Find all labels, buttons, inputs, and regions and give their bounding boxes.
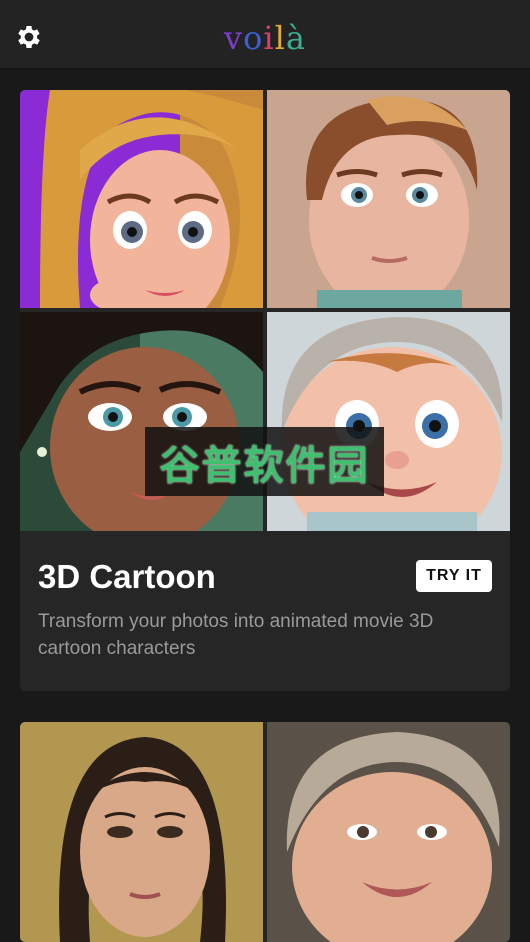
logo-letter: i (263, 19, 275, 57)
preview-image-cartoon-boy (267, 90, 510, 308)
app-header: voilà (0, 0, 530, 69)
card-title: 3D Cartoon (38, 558, 216, 595)
card-description: Transform your photos into animated movi… (38, 611, 434, 659)
preview-image-cartoon-girl (20, 90, 263, 308)
app-logo: voilà (0, 18, 530, 58)
preview-grid (20, 722, 510, 942)
logo-letter: à (285, 19, 306, 57)
try-it-button[interactable]: TRY IT (416, 560, 492, 592)
logo-letter: v (224, 19, 244, 57)
preview-image-renaissance-baby (267, 722, 510, 942)
preview-image-renaissance-woman (20, 722, 263, 942)
logo-letter: l (274, 19, 286, 57)
feature-card-renaissance[interactable] (20, 722, 510, 942)
logo-letter: o (243, 19, 264, 57)
watermark-overlay: 谷普软件园 (145, 427, 384, 496)
feature-card-3d-cartoon[interactable]: 3D Cartoon TRY IT Transform your photos … (20, 90, 510, 691)
preview-image-cartoon-woman (20, 312, 263, 531)
preview-image-cartoon-baby (267, 312, 510, 531)
